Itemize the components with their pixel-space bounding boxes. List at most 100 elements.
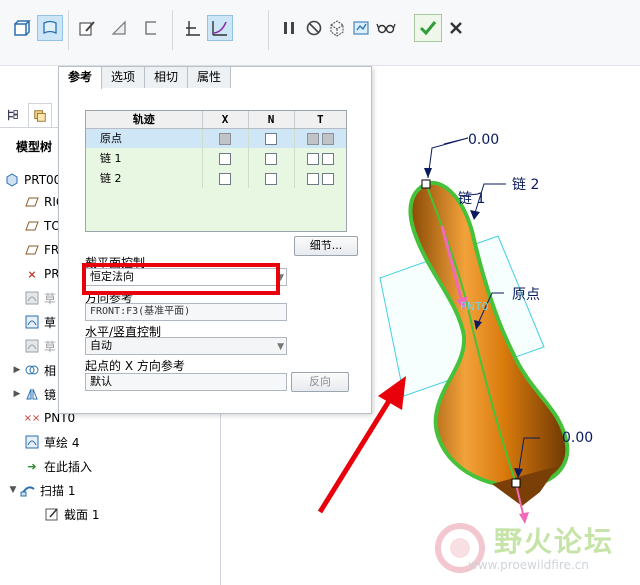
bottom-value-label[interactable]: 0.00	[562, 430, 593, 446]
section-variable-icon[interactable]	[207, 15, 233, 41]
tree-item-sweep[interactable]: ▼ 扫描 1	[6, 480, 76, 500]
model-tree-title: 模型树	[16, 140, 53, 154]
row-name: 原点	[86, 128, 203, 148]
n-checkbox[interactable]	[248, 148, 295, 168]
row-name: 链 2	[86, 168, 203, 188]
sketch-icon	[24, 338, 40, 354]
bracket-icon[interactable]	[138, 15, 164, 41]
col-t[interactable]: T	[294, 111, 346, 129]
col-n[interactable]: N	[248, 111, 295, 129]
watermark-url: www.proewildfire.cn	[468, 558, 589, 572]
tree-item-csys[interactable]: ⨯ PR	[24, 264, 59, 284]
t-checkbox[interactable]	[294, 148, 346, 168]
datum-plane-icon	[24, 218, 40, 234]
tab-properties[interactable]: 属性	[187, 66, 232, 88]
table-row[interactable]: 原点	[86, 128, 346, 148]
t-checkbox[interactable]	[294, 168, 346, 188]
sketch-edit-icon[interactable]	[74, 15, 100, 41]
hv-control-select[interactable]: 自动 ▼	[85, 337, 287, 355]
x-direction-field[interactable]: 默认	[85, 373, 287, 391]
watermark-title: 野火论坛	[494, 525, 615, 558]
geometry-preview-icon[interactable]	[324, 15, 350, 41]
tree-item-label: FR	[44, 243, 60, 257]
tab-references[interactable]: 参考	[58, 66, 103, 89]
highlight-box	[82, 263, 280, 295]
row-name: 链 1	[86, 148, 203, 168]
sketch-icon	[24, 314, 40, 330]
tree-item-datum-plane-front[interactable]: FR	[24, 240, 59, 260]
tree-item-label: 相	[44, 363, 57, 378]
direction-ref-field[interactable]: FRONT:F3(基准平面)	[85, 303, 287, 321]
tree-item-sketch-2[interactable]: 草	[24, 312, 56, 332]
tree-item-insert-here[interactable]: ➜ 在此插入	[24, 456, 92, 476]
tree-item-label: 草	[44, 315, 57, 330]
x-checkbox	[202, 128, 249, 148]
tree-item-sketch-3[interactable]: 草	[24, 336, 56, 356]
table-row[interactable]: 链 2	[86, 168, 346, 188]
col-x[interactable]: X	[202, 111, 249, 129]
n-checkbox[interactable]	[248, 168, 295, 188]
chevron-down-icon: ▼	[277, 342, 284, 352]
ok-check-icon[interactable]	[414, 14, 442, 42]
datum-point-icon: ××	[23, 412, 41, 424]
surface-icon[interactable]	[37, 15, 63, 41]
panel-tabs: 参考 选项 相切 属性	[58, 66, 232, 89]
tree-item-sketch-4[interactable]: 草绘 4	[24, 432, 79, 452]
cancel-x-icon[interactable]	[443, 15, 469, 41]
expand-arrow-icon[interactable]: ▶	[10, 389, 24, 399]
slash-icon[interactable]	[106, 15, 132, 41]
section-constant-icon[interactable]	[180, 15, 206, 41]
forum-watermark: 野火论坛 www.proewildfire.cn	[430, 518, 640, 585]
tree-item-label: 草	[44, 339, 57, 354]
glasses-icon[interactable]	[373, 15, 399, 41]
reverse-button[interactable]: 反向	[291, 372, 349, 392]
tree-item-label: 草绘 4	[44, 435, 80, 450]
ribbon-toolbar	[0, 0, 640, 66]
tree-item-label: 草	[44, 291, 57, 306]
datum-plane-icon	[24, 194, 40, 210]
datum-plane-icon	[24, 242, 40, 258]
details-button[interactable]: 细节...	[294, 236, 358, 256]
expand-arrow-icon[interactable]: ▶	[10, 365, 24, 375]
pause-icon[interactable]	[276, 15, 302, 41]
sketch-icon	[24, 290, 40, 306]
x-checkbox[interactable]	[202, 148, 249, 168]
sketch-icon	[24, 434, 40, 450]
tree-item-sketch-1[interactable]: 草	[24, 288, 56, 308]
col-trajectory[interactable]: 轨迹	[86, 111, 203, 129]
tree-item-section[interactable]: 截面 1	[44, 504, 99, 524]
x-checkbox[interactable]	[202, 168, 249, 188]
tree-item-label: 截面 1	[64, 507, 100, 522]
intersect-icon	[24, 362, 40, 378]
tree-item-label: 扫描 1	[40, 483, 76, 498]
tab-options[interactable]: 选项	[101, 66, 146, 88]
pnt-label: PNT0	[460, 300, 489, 313]
mirror-icon	[24, 386, 40, 402]
layers-icon[interactable]	[28, 103, 52, 127]
tree-item-datum-plane-top[interactable]: TO	[24, 216, 61, 236]
chain1-label[interactable]: 链 1	[458, 188, 485, 208]
tree-item-mirror[interactable]: ▶ 镜	[10, 384, 56, 404]
csys-icon: ⨯	[27, 267, 37, 281]
top-value-label[interactable]: 0.00	[468, 132, 499, 148]
hv-control-value: 自动	[90, 339, 112, 352]
references-panel: 轨迹 X N T 原点 链 1 链 2 细节... 截平面控制 恒定法向 ▼ 方…	[58, 66, 372, 414]
section-icon	[44, 506, 60, 522]
tab-tangency[interactable]: 相切	[144, 66, 189, 88]
table-row[interactable]: 链 1	[86, 148, 346, 168]
n-checkbox[interactable]	[248, 128, 295, 148]
tree-item-label: 镜	[44, 387, 57, 402]
tree-item-label: 在此插入	[44, 459, 93, 474]
model-tree-icon[interactable]	[1, 103, 25, 127]
part-icon	[4, 172, 20, 188]
sweep-icon	[20, 482, 36, 498]
solid-box-icon[interactable]	[8, 15, 34, 41]
expand-arrow-icon[interactable]: ▼	[6, 485, 20, 495]
insert-arrow-icon: ➜	[27, 459, 37, 473]
t-checkbox	[294, 128, 346, 148]
tree-tabs	[0, 100, 60, 128]
chain2-label[interactable]: 链 2	[512, 174, 539, 194]
verify-preview-icon[interactable]	[348, 15, 374, 41]
origin-label[interactable]: 原点	[512, 284, 540, 304]
tree-item-intersect[interactable]: ▶ 相	[10, 360, 56, 380]
